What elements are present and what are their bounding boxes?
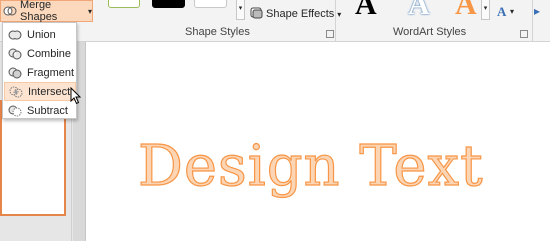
text-outline-icon[interactable]: ▸	[534, 4, 540, 18]
text-fill-icon[interactable]: A	[497, 4, 506, 20]
merge-shapes-menu: Union Combine Fragment Intersect Subtrac…	[2, 22, 77, 119]
shape-style-swatch-1[interactable]	[108, 0, 140, 8]
shape-styles-more-button[interactable]: ▾	[236, 0, 245, 20]
slide-text-box[interactable]: Design Text	[137, 133, 484, 199]
chevron-down-icon: ▾	[337, 9, 342, 19]
shape-effects-label: Shape Effects	[266, 8, 335, 20]
ribbon-divider	[335, 0, 336, 42]
ribbon-divider	[532, 0, 533, 42]
menu-item-union[interactable]: Union	[4, 25, 76, 44]
menu-item-label: Subtract	[27, 104, 68, 117]
wordart-style-1[interactable]: A	[355, 0, 377, 22]
menu-item-combine[interactable]: Combine	[4, 44, 76, 63]
mouse-pointer-icon	[70, 87, 82, 105]
merge-shapes-button[interactable]: Merge Shapes ▾	[0, 0, 93, 23]
shape-styles-group-label: Shape Styles	[185, 26, 250, 38]
wordart-more-button[interactable]: ▾	[481, 0, 490, 20]
slide-editor: Design Text	[73, 42, 550, 241]
menu-item-fragment[interactable]: Fragment	[4, 63, 76, 82]
menu-item-intersect[interactable]: Intersect	[4, 82, 76, 101]
merge-shapes-icon	[3, 4, 17, 18]
ribbon: Merge Shapes ▾ ▾ Shape Effects ▾ Shape S…	[0, 0, 550, 42]
menu-item-label: Union	[27, 28, 56, 41]
wordart-styles-group-label: WordArt Styles	[393, 26, 467, 38]
merge-shapes-label: Merge Shapes	[20, 0, 58, 23]
shape-effects-button[interactable]: Shape Effects ▾	[250, 6, 341, 22]
chevron-down-icon: ▾	[87, 6, 92, 16]
combine-icon	[8, 47, 22, 61]
wordart-dialog-launcher-icon[interactable]	[520, 30, 528, 38]
subtract-icon	[8, 104, 22, 118]
intersect-icon	[9, 85, 23, 99]
fragment-icon	[8, 66, 22, 80]
menu-item-subtract[interactable]: Subtract	[4, 101, 76, 120]
menu-item-label: Intersect	[28, 85, 71, 98]
shape-effects-icon	[250, 6, 263, 22]
union-icon	[8, 28, 22, 42]
menu-item-label: Combine	[27, 47, 72, 60]
shape-styles-dialog-launcher-icon[interactable]	[326, 30, 334, 38]
shape-style-swatch-2[interactable]	[152, 0, 185, 8]
slide-canvas[interactable]: Design Text	[85, 42, 550, 241]
wordart-style-3[interactable]: A	[455, 0, 477, 22]
chevron-down-icon[interactable]: ▾	[510, 7, 514, 16]
wordart-style-2[interactable]: A	[408, 0, 430, 22]
shape-style-swatch-3[interactable]	[194, 0, 227, 8]
menu-item-label: Fragment	[27, 66, 75, 79]
